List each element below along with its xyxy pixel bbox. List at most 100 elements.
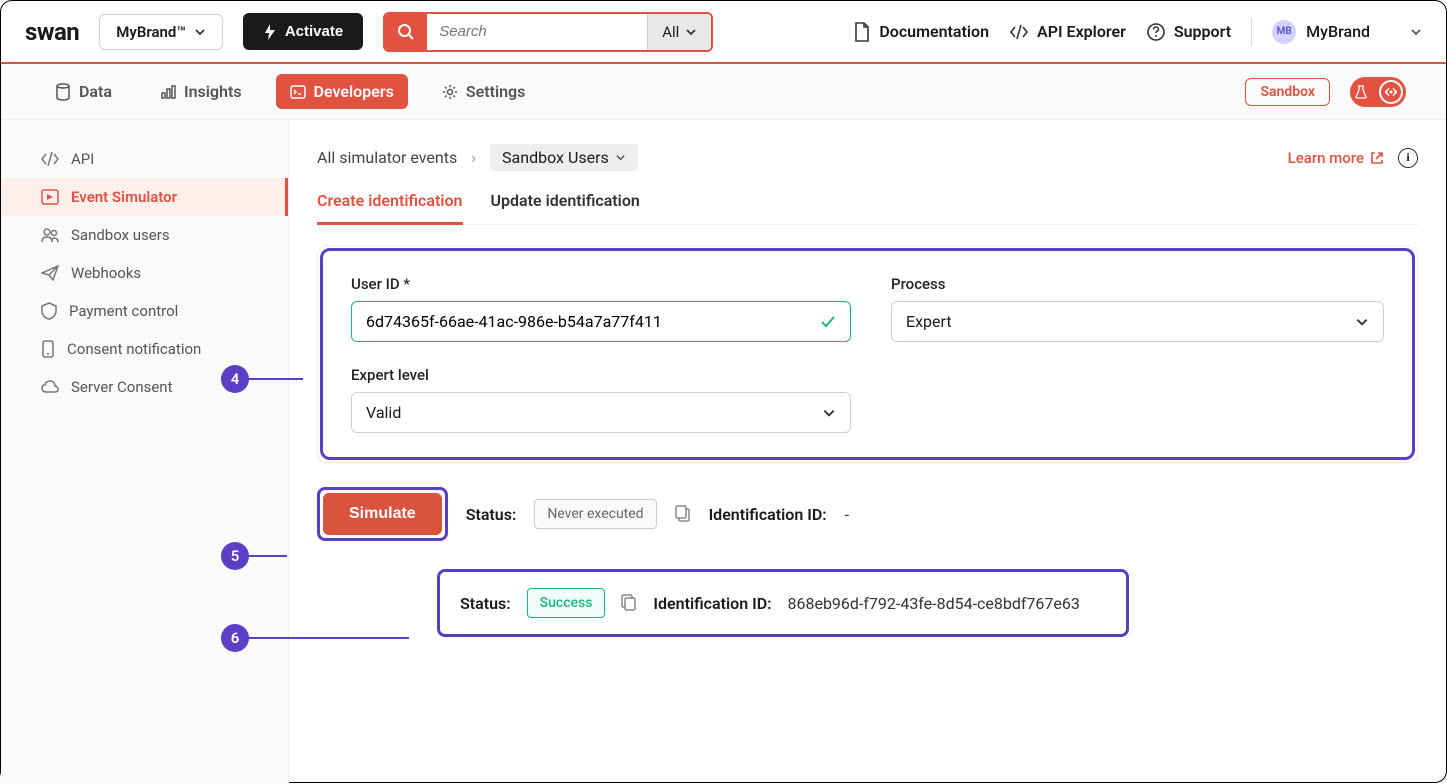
nav-settings[interactable]: Settings xyxy=(428,74,540,109)
sub-tabs: Create identification Update identificat… xyxy=(317,191,1418,225)
nav-insights[interactable]: Insights xyxy=(146,74,256,109)
user-id-input-wrap xyxy=(351,301,851,342)
documentation-label: Documentation xyxy=(879,22,989,41)
content-area: All simulator events › Sandbox Users Lea… xyxy=(289,120,1446,784)
logo: swan xyxy=(25,18,79,46)
avatar: MB xyxy=(1272,20,1296,44)
annotation-6-line xyxy=(249,637,409,639)
form-card: User ID * Process Expert xyxy=(317,245,1418,463)
nav-data[interactable]: Data xyxy=(41,74,126,109)
expert-level-select[interactable]: Valid xyxy=(351,392,851,433)
annotation-6: 6 xyxy=(221,624,249,652)
process-select[interactable]: Expert xyxy=(891,301,1384,342)
user-menu[interactable]: MB MyBrand xyxy=(1272,20,1422,44)
chart-icon xyxy=(160,84,176,100)
search-bar: All xyxy=(383,12,713,52)
form-grid: User ID * Process Expert xyxy=(320,248,1415,460)
simulate-wrap: Simulate xyxy=(317,487,448,541)
sidebar-sandbox-users-label: Sandbox users xyxy=(71,226,170,244)
result-status-label: Status: xyxy=(460,594,511,613)
expert-level-value: Valid xyxy=(366,403,401,422)
result-id-label: Identification ID: xyxy=(653,594,771,613)
send-icon xyxy=(41,265,59,281)
search-icon xyxy=(397,23,415,41)
code-icon xyxy=(41,152,59,166)
tab-update-identification[interactable]: Update identification xyxy=(491,191,640,224)
status-badge: Never executed xyxy=(534,499,656,529)
chevron-down-icon xyxy=(194,26,206,38)
sidebar-server-consent-label: Server Consent xyxy=(71,378,173,396)
document-icon xyxy=(853,22,871,42)
activate-label: Activate xyxy=(285,23,343,40)
check-icon xyxy=(820,315,836,329)
support-link[interactable]: Support xyxy=(1146,22,1231,42)
search-input[interactable] xyxy=(427,14,647,50)
external-link-icon xyxy=(1370,151,1384,165)
gear-icon xyxy=(442,84,458,100)
search-filter-dropdown[interactable]: All xyxy=(647,14,711,50)
learn-more-link[interactable]: Learn more xyxy=(1288,149,1384,167)
nav-developers-label: Developers xyxy=(314,82,394,101)
expert-level-label: Expert level xyxy=(351,366,851,384)
identification-id-label: Identification ID: xyxy=(709,505,827,524)
code-icon xyxy=(1009,24,1029,40)
terminal-icon xyxy=(290,85,306,99)
info-icon[interactable]: i xyxy=(1398,148,1418,168)
action-row: Simulate Status: Never executed Identifi… xyxy=(317,487,1418,541)
crumb-drop-label: Sandbox Users xyxy=(502,148,609,167)
sidebar-item-sandbox-users[interactable]: Sandbox users xyxy=(1,216,288,254)
nav-developers[interactable]: Developers xyxy=(276,74,408,109)
user-id-field: User ID * xyxy=(351,275,851,342)
annotation-5-line xyxy=(249,555,287,557)
cloud-icon xyxy=(41,380,59,394)
divider xyxy=(1251,18,1252,46)
simulate-button[interactable]: Simulate xyxy=(323,493,442,535)
process-value: Expert xyxy=(906,312,952,331)
activate-button[interactable]: Activate xyxy=(243,13,363,50)
chevron-right-icon: › xyxy=(471,148,476,167)
api-explorer-link[interactable]: API Explorer xyxy=(1009,22,1126,41)
status-label: Status: xyxy=(466,505,517,524)
sidebar: API Event Simulator Sandbox users Webhoo… xyxy=(1,120,289,784)
brand-dropdown[interactable]: MyBrand™ xyxy=(99,14,223,50)
sidebar-item-payment-control[interactable]: Payment control xyxy=(1,292,288,330)
sandbox-badge[interactable]: Sandbox xyxy=(1245,78,1330,106)
sidebar-event-simulator-label: Event Simulator xyxy=(71,188,177,206)
sidebar-item-api[interactable]: API xyxy=(1,140,288,178)
result-wrap: Status: Success Identification ID: 868eb… xyxy=(437,569,1129,637)
search-icon-box[interactable] xyxy=(385,14,427,50)
annotation-4: 4 xyxy=(221,365,249,393)
chevron-down-icon xyxy=(1355,315,1369,329)
sidebar-item-webhooks[interactable]: Webhooks xyxy=(1,254,288,292)
user-name: MyBrand xyxy=(1306,22,1370,41)
database-icon xyxy=(55,83,71,101)
nav-settings-label: Settings xyxy=(466,82,526,101)
chevron-down-icon xyxy=(822,406,836,420)
result-card: Status: Success Identification ID: 868eb… xyxy=(440,572,1126,634)
chevron-down-icon xyxy=(615,152,626,163)
copy-icon[interactable] xyxy=(675,505,691,523)
support-label: Support xyxy=(1174,22,1231,41)
api-explorer-label: API Explorer xyxy=(1037,22,1126,41)
lightning-icon xyxy=(263,24,277,40)
learn-more-label: Learn more xyxy=(1288,149,1364,167)
sidebar-item-consent-notification[interactable]: Consent notification xyxy=(1,330,288,368)
main: API Event Simulator Sandbox users Webhoo… xyxy=(1,120,1446,784)
identification-id-value: - xyxy=(845,505,849,524)
nav-insights-label: Insights xyxy=(184,82,242,101)
tab-create-identification[interactable]: Create identification xyxy=(317,191,463,224)
user-id-label: User ID * xyxy=(351,275,851,293)
user-id-input[interactable] xyxy=(366,312,820,331)
sidebar-item-event-simulator[interactable]: Event Simulator xyxy=(1,178,288,216)
shield-icon xyxy=(41,302,57,320)
process-label: Process xyxy=(891,275,1384,293)
brand-label: MyBrand™ xyxy=(116,23,186,41)
users-icon xyxy=(41,227,59,243)
crumb-sandbox-users-dropdown[interactable]: Sandbox Users xyxy=(490,144,638,171)
environment-toggle[interactable] xyxy=(1350,77,1406,107)
copy-icon[interactable] xyxy=(621,594,637,612)
documentation-link[interactable]: Documentation xyxy=(853,22,989,42)
crumb-all-events[interactable]: All simulator events xyxy=(317,148,457,167)
chevron-down-icon xyxy=(685,26,697,38)
mobile-icon xyxy=(41,340,55,358)
